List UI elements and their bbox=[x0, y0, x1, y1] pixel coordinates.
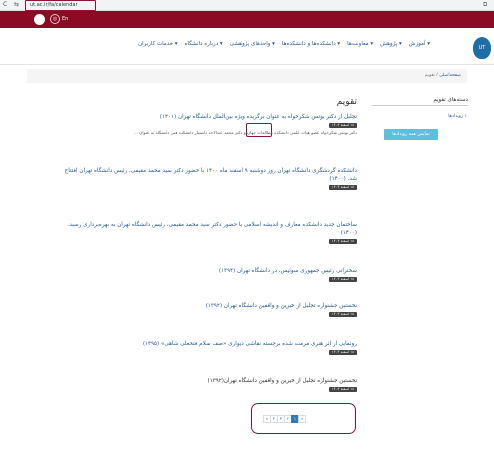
sidebar-item-events[interactable]: ۱ رویدادها bbox=[448, 114, 467, 119]
breadcrumb: صفحه‌اصلی / تقویم bbox=[27, 69, 467, 83]
main-nav: آموزش ▾ پژوهش ▾ معاونت‌ها ▾ دانشکده‌ها و… bbox=[0, 28, 494, 65]
event-title-link[interactable]: نخستین جشنواره تجلیل از خیرین و واقفین د… bbox=[59, 302, 357, 310]
sidebar-title: دسته‌های تقویم bbox=[433, 97, 468, 103]
pagination: « ۴ ۳ ۲ ۱ » bbox=[263, 415, 306, 423]
event-title-link[interactable]: تجلیل از دکتر یونس شکرخواه به عنوان برگز… bbox=[59, 113, 357, 121]
language-switch[interactable]: En bbox=[62, 15, 68, 23]
event-description: دکتر یونس شکرخواه عضو هیات علمی دانشکده … bbox=[133, 130, 357, 135]
event-title-link[interactable]: ساختمان جدید دانشکده معارف و اندیشه اسلا… bbox=[59, 221, 357, 237]
nav-item-research-units[interactable]: واحدهای پژوهشی ▾ bbox=[230, 41, 275, 47]
page-title: تقویم bbox=[336, 97, 357, 107]
date-badge: ۱۸ اسفند ۱۴۰۳ bbox=[328, 312, 357, 317]
date-badge: ۱۸ اسفند ۱۴۰۳ bbox=[328, 277, 357, 282]
sidebar-divider bbox=[372, 105, 468, 106]
nav-item-about[interactable]: درباره دانشگاه ▾ bbox=[185, 41, 223, 47]
list-item: ساختمان جدید دانشکده معارف و اندیشه اسلا… bbox=[59, 221, 357, 244]
browser-toolbar: C ⇆ ut.ac.ir/fa/calendar ⧉ bbox=[0, 0, 494, 11]
list-item: تجلیل از دکتر یونس شکرخواه به عنوان برگز… bbox=[59, 113, 357, 136]
date-badge: ۱۸ اسفند ۱۴۰۳ bbox=[328, 123, 357, 128]
date-badge: ۱۸ اسفند ۱۴۰۳ bbox=[328, 185, 357, 190]
nav-item-faculties[interactable]: دانشکده‌ها و دانشکده‌ها ▾ bbox=[282, 41, 340, 47]
nav-item-education[interactable]: آموزش ▾ bbox=[409, 41, 430, 47]
date-badge: ۱۸ اسفند ۱۴۰۳ bbox=[328, 239, 357, 244]
university-logo[interactable]: UT bbox=[473, 37, 491, 59]
nav-item-user-services[interactable]: خدمات کاربران ▾ bbox=[138, 41, 177, 47]
breadcrumb-current: تقویم bbox=[424, 73, 435, 78]
event-title-link[interactable]: دانشکده گردشگری دانشگاه تهران روز دوشنبه… bbox=[59, 167, 357, 183]
reload-icon[interactable]: C bbox=[3, 1, 7, 9]
date-badge: ۱۸ اسفند ۱۴۰۳ bbox=[328, 387, 357, 392]
list-item: نخستین جشنواره تجلیل از خیرین و واقفین د… bbox=[59, 302, 357, 317]
profile-icon[interactable] bbox=[34, 14, 45, 25]
date-badge: ۱۸ اسفند ۱۴۰۳ bbox=[328, 350, 357, 355]
event-title-link[interactable]: سخنرانی رئیس جمهوری سوئیس، در دانشگاه ته… bbox=[59, 267, 357, 275]
pagination-next[interactable]: » bbox=[298, 415, 306, 423]
globe-icon[interactable]: ◎ bbox=[50, 14, 60, 24]
site-settings-icon[interactable]: ⇆ bbox=[14, 1, 19, 9]
breadcrumb-home[interactable]: صفحه‌اصلی bbox=[439, 73, 461, 78]
event-title-link[interactable]: نخستین جشنواره تجلیل از خیرین و واقفین د… bbox=[59, 377, 357, 385]
extensions-icon[interactable]: ⧉ bbox=[483, 1, 491, 9]
list-item: رونمایی از اثر هنری مرمت شده برجسته نقاش… bbox=[59, 340, 357, 355]
list-item: دانشکده گردشگری دانشگاه تهران روز دوشنبه… bbox=[59, 167, 357, 190]
list-item: سخنرانی رئیس جمهوری سوئیس، در دانشگاه ته… bbox=[59, 267, 357, 282]
event-title-link[interactable]: رونمایی از اثر هنری مرمت شده برجسته نقاش… bbox=[59, 340, 357, 348]
top-bar: ◎ En bbox=[0, 11, 494, 28]
nav-item-vice-presidencies[interactable]: معاونت‌ها ▾ bbox=[347, 41, 373, 47]
address-bar[interactable]: ut.ac.ir/fa/calendar bbox=[28, 1, 78, 9]
list-item: نخستین جشنواره تجلیل از خیرین و واقفین د… bbox=[59, 377, 357, 392]
nav-item-research[interactable]: پژوهش ▾ bbox=[380, 41, 402, 47]
show-all-events-button[interactable]: نمایش همه رویدادها bbox=[384, 129, 438, 140]
